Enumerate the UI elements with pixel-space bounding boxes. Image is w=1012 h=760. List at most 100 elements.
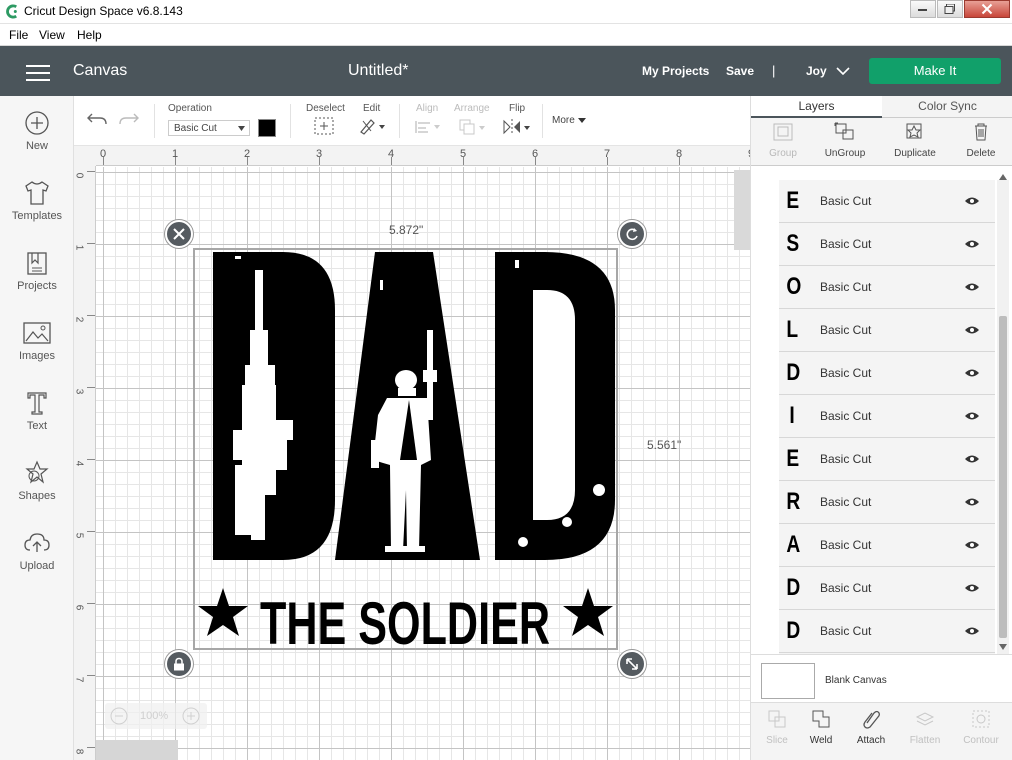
close-icon — [981, 3, 993, 15]
text-icon — [27, 392, 47, 415]
flip-icon[interactable] — [502, 118, 532, 136]
eye-icon[interactable] — [964, 583, 980, 593]
eye-icon[interactable] — [964, 454, 980, 464]
sidebar-item-new[interactable]: New — [0, 110, 74, 172]
more-menu[interactable]: More — [552, 115, 586, 126]
maximize-button[interactable] — [937, 0, 963, 18]
eye-icon[interactable] — [964, 540, 980, 550]
resize-handle[interactable] — [618, 650, 646, 678]
eye-icon[interactable] — [964, 368, 980, 378]
duplicate-button[interactable]: Duplicate — [883, 122, 947, 159]
minimize-button[interactable] — [910, 0, 936, 18]
sidebar-item-templates[interactable]: Templates — [0, 180, 74, 242]
layers-scrollbar-thumb[interactable] — [999, 316, 1007, 638]
my-projects-link[interactable]: My Projects — [642, 64, 709, 78]
eye-icon[interactable] — [964, 325, 980, 335]
blank-canvas-swatch[interactable] — [761, 663, 815, 699]
contour-icon — [972, 710, 990, 728]
user-menu[interactable]: Joy — [806, 64, 827, 78]
chevron-down-icon[interactable] — [836, 67, 850, 75]
layer-thumbnail: I — [789, 402, 795, 429]
menu-bar: File View Help — [0, 25, 1012, 46]
scroll-down-arrow-icon[interactable] — [999, 644, 1007, 650]
sidebar-item-projects[interactable]: Projects — [0, 250, 74, 312]
bookmark-icon — [27, 252, 47, 275]
ruler-left-label: 7 — [73, 676, 85, 683]
operation-select[interactable]: Basic Cut — [168, 120, 250, 136]
ruler-tick — [87, 603, 95, 604]
eye-icon[interactable] — [964, 239, 980, 249]
sidebar-item-upload[interactable]: Upload — [0, 530, 74, 592]
save-link[interactable]: Save — [726, 64, 754, 78]
lock-handle[interactable] — [165, 650, 193, 678]
layer-row[interactable]: D Basic Cut — [779, 567, 995, 610]
redo-icon[interactable] — [118, 110, 140, 128]
hamburger-menu-icon[interactable] — [26, 65, 50, 86]
operation-color-swatch[interactable] — [258, 119, 276, 137]
dad-the-soldier-design[interactable]: THE SOLDIER — [195, 250, 616, 648]
menu-file[interactable]: File — [9, 28, 28, 42]
layer-row[interactable]: O Basic Cut — [779, 266, 995, 309]
ungroup-button[interactable]: UnGroup — [813, 122, 877, 159]
layer-row[interactable]: E Basic Cut — [779, 438, 995, 481]
sidebar-item-shapes[interactable]: Shapes — [0, 460, 74, 522]
canvas-vertical-scrollbar[interactable] — [734, 170, 750, 250]
sidebar-label: Text — [26, 420, 48, 432]
ruler-tick — [679, 157, 680, 165]
remove-handle[interactable] — [165, 220, 193, 248]
trash-icon — [975, 123, 987, 141]
eye-icon[interactable] — [964, 282, 980, 292]
undo-icon[interactable] — [86, 110, 108, 128]
contour-button[interactable]: Contour — [955, 709, 1007, 746]
layer-row[interactable]: E Basic Cut — [779, 180, 995, 223]
zoom-control: 100% — [105, 703, 207, 729]
layer-row[interactable]: A Basic Cut — [779, 524, 995, 567]
layer-thumbnail: D — [786, 574, 801, 601]
arrange-icon[interactable] — [458, 118, 488, 136]
ruler-left-label: 4 — [73, 460, 85, 467]
ruler-tick — [103, 157, 104, 165]
zoom-in-icon[interactable] — [181, 706, 201, 726]
canvas-horizontal-scrollbar[interactable] — [96, 740, 178, 760]
layer-name: Basic Cut — [820, 452, 872, 466]
sidebar-item-text[interactable]: Text — [0, 390, 74, 452]
close-window-button[interactable] — [964, 0, 1010, 18]
design-letter-d-right-counter — [533, 290, 575, 520]
sidebar-item-images[interactable]: Images — [0, 320, 74, 382]
ruler-left-label: 6 — [73, 604, 85, 611]
eye-icon[interactable] — [964, 196, 980, 206]
layer-row[interactable]: D Basic Cut — [779, 610, 995, 653]
group-button[interactable]: Group — [751, 122, 815, 159]
eye-icon[interactable] — [964, 626, 980, 636]
align-icon[interactable] — [414, 119, 442, 135]
zoom-out-icon[interactable] — [109, 706, 129, 726]
weld-button[interactable]: Weld — [795, 709, 847, 746]
layer-thumbnail: R — [786, 488, 801, 515]
distress-mark — [515, 260, 519, 268]
attach-button[interactable]: Attach — [845, 709, 897, 746]
menu-help[interactable]: Help — [77, 28, 102, 42]
shapes-icon — [25, 460, 49, 484]
layer-row[interactable]: L Basic Cut — [779, 309, 995, 352]
tab-color-sync[interactable]: Color Sync — [882, 96, 1012, 118]
flatten-button[interactable]: Flatten — [899, 709, 951, 746]
edit-icon[interactable] — [359, 117, 387, 135]
tab-layers[interactable]: Layers — [751, 96, 882, 118]
eye-icon[interactable] — [964, 497, 980, 507]
delete-button[interactable]: Delete — [949, 122, 1012, 159]
make-it-button[interactable]: Make It — [869, 58, 1001, 84]
menu-view[interactable]: View — [39, 28, 65, 42]
resize-diagonal-icon — [626, 658, 638, 670]
layer-row[interactable]: R Basic Cut — [779, 481, 995, 524]
layer-row[interactable]: D Basic Cut — [779, 352, 995, 395]
sidebar-label: Images — [18, 350, 56, 362]
blank-canvas-label: Blank Canvas — [825, 675, 887, 686]
eye-icon[interactable] — [964, 411, 980, 421]
layer-thumbnail: O — [786, 273, 802, 300]
layer-row[interactable]: S Basic Cut — [779, 223, 995, 266]
caret-down-icon — [577, 118, 586, 123]
layer-row[interactable]: I Basic Cut — [779, 395, 995, 438]
rotate-handle[interactable] — [618, 220, 646, 248]
deselect-icon[interactable] — [314, 117, 334, 135]
blank-canvas-row[interactable]: Blank Canvas — [751, 654, 1012, 708]
